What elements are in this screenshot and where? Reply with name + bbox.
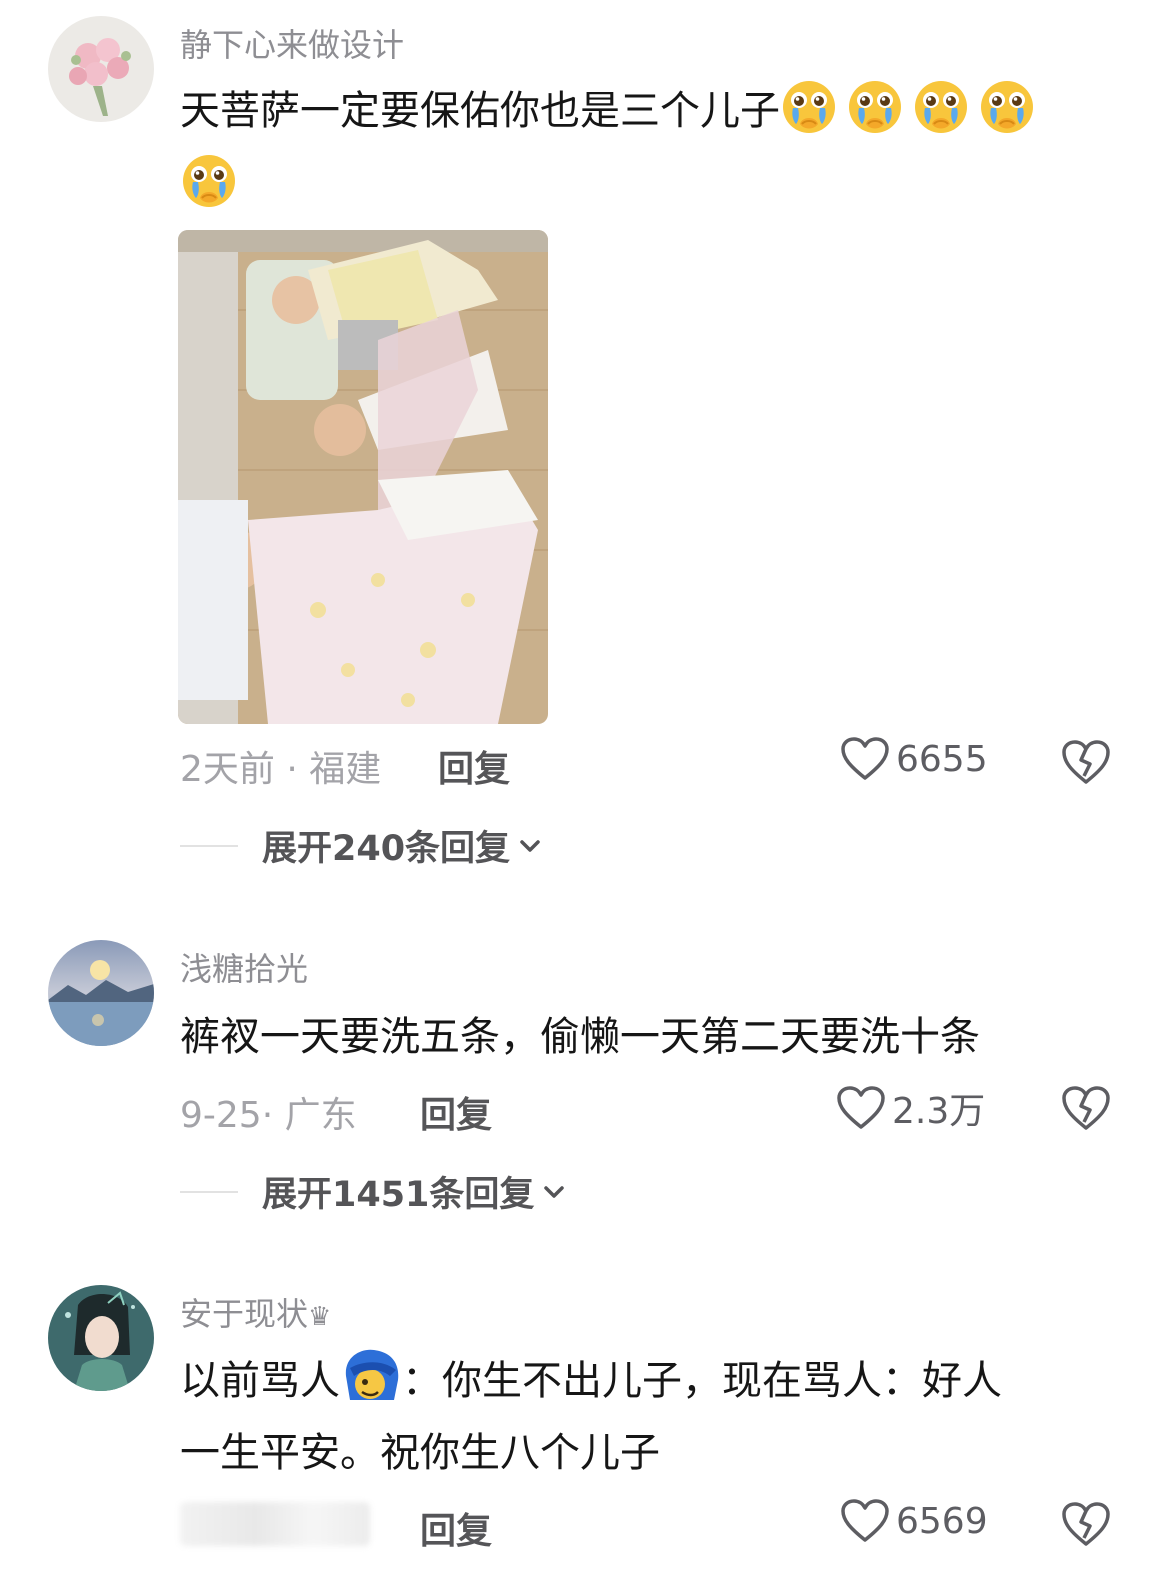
comment-text-part2: ：你生不出儿子，现在骂人：好人	[402, 1358, 1002, 1404]
chevron-down-icon	[544, 1185, 565, 1198]
comment-text-line2: 一生平安。祝你生八个儿子	[180, 1430, 660, 1476]
heart-outline-icon	[841, 737, 889, 780]
like-button[interactable]: 6569	[840, 1498, 988, 1544]
expand-replies-button[interactable]: 展开240条回复	[180, 820, 544, 871]
blue-hair-face-emoji	[345, 1349, 399, 1400]
comment-time-location: 9-25· 广东	[180, 1095, 357, 1136]
comment-text-line2	[180, 150, 246, 220]
crying-face-emoji	[183, 155, 235, 207]
expand-replies-label: 展开1451条回复	[262, 1175, 535, 1215]
crying-face-emoji	[849, 81, 901, 133]
heart-outline-icon	[841, 1499, 889, 1542]
like-button[interactable]: 2.3万	[836, 1082, 985, 1134]
like-count: 6569	[896, 1500, 988, 1542]
expand-replies-label: 展开240条回复	[262, 829, 511, 869]
username[interactable]: 静下心来做设计	[180, 20, 404, 66]
crying-face-emoji	[981, 81, 1033, 133]
username-text: 安于现状	[180, 1295, 309, 1333]
expand-replies-button[interactable]: 展开1451条回复	[180, 1166, 568, 1217]
crying-face-emoji	[915, 81, 967, 133]
comment-photo[interactable]	[178, 230, 548, 724]
crown-icon: ♛	[308, 1302, 332, 1332]
heart-outline-icon	[837, 1086, 885, 1129]
user-avatar[interactable]	[48, 940, 154, 1046]
crying-face-emoji-group	[180, 155, 246, 208]
username[interactable]: 安于现状♛	[180, 1289, 331, 1335]
reply-button[interactable]: 回复	[420, 1086, 492, 1138]
like-count: 2.3万	[892, 1091, 986, 1132]
blurred-time-location	[180, 1502, 370, 1546]
comment-text-content: 天菩萨一定要保佑你也是三个儿子	[180, 88, 780, 134]
comment-text: 裤衩一天要洗五条，偷懒一天第二天要洗十条	[180, 1014, 980, 1060]
crying-face-emoji	[783, 81, 835, 133]
reply-button[interactable]: 回复	[438, 740, 510, 792]
broken-heart-icon[interactable]	[1060, 1084, 1112, 1132]
like-button[interactable]: 6655	[840, 736, 988, 782]
user-avatar[interactable]	[48, 1285, 154, 1391]
crying-face-emoji-group	[780, 81, 1044, 134]
comment-text: 天菩萨一定要保佑你也是三个儿子	[180, 76, 1044, 146]
comment-text-part1: 以前骂人	[180, 1358, 340, 1404]
divider	[180, 844, 238, 847]
chevron-down-icon	[520, 839, 540, 852]
broken-heart-icon[interactable]	[1060, 1500, 1112, 1548]
user-avatar[interactable]	[48, 16, 154, 122]
reply-button[interactable]: 回复	[420, 1502, 492, 1554]
like-count: 6655	[896, 738, 988, 780]
divider	[180, 1190, 238, 1193]
comment-time-location: 2天前 · 福建	[180, 749, 382, 790]
username[interactable]: 浅糖拾光	[180, 944, 308, 990]
comment-text: 以前骂人 ：你生不出儿子，现在骂人：好人	[180, 1346, 1002, 1416]
broken-heart-icon[interactable]	[1060, 738, 1112, 786]
